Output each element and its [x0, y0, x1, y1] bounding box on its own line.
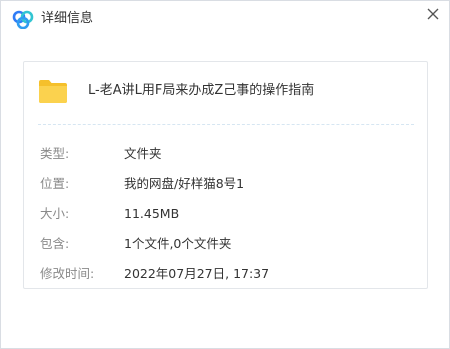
property-value: 文件夹	[124, 146, 162, 161]
property-label: 类型:	[40, 146, 70, 161]
folder-icon	[38, 78, 68, 104]
property-label: 大小:	[40, 206, 70, 221]
property-label: 位置:	[40, 176, 70, 191]
property-value: 2022年07月27日, 17:37	[124, 266, 270, 281]
divider	[38, 124, 414, 125]
details-panel: L-老A讲L用F局来办成Z己事的操作指南 类型: 文件夹 位置: 我的网盘/好样…	[23, 61, 428, 289]
dialog-title: 详细信息	[41, 11, 94, 26]
property-value: 我的网盘/好样猫8号1	[124, 176, 245, 191]
details-dialog: 详细信息 L-老A讲L用F局来办成Z己事的操作指南 类型: 文件夹 位置: 我的…	[0, 0, 450, 349]
baidu-netdisk-logo-icon	[12, 9, 34, 30]
close-icon	[427, 5, 439, 24]
property-label: 包含:	[40, 236, 70, 251]
property-value: 11.45MB	[124, 206, 180, 221]
close-button[interactable]	[421, 3, 445, 25]
property-label: 修改时间:	[40, 266, 95, 281]
file-name: L-老A讲L用F局来办成Z己事的操作指南	[88, 83, 315, 98]
title-bar: 详细信息	[1, 1, 449, 37]
property-value: 1个文件,0个文件夹	[124, 236, 232, 251]
